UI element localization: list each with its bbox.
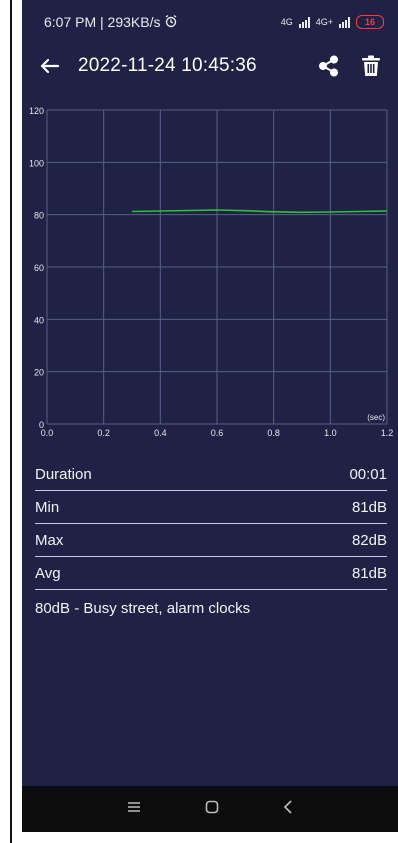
x-tick-label: 0.8 — [267, 428, 280, 438]
stat-row-min: Min 81dB — [35, 491, 387, 524]
stat-row-avg: Avg 81dB — [35, 557, 387, 590]
alarm-icon — [164, 14, 178, 31]
system-nav-bar — [22, 786, 398, 832]
noise-level-description: 80dB - Busy street, alarm clocks — [35, 600, 251, 617]
sound-level-chart: 0 20 40 60 80 100 120 0.0 0.2 0.4 0.6 0.8 1.0 1.2 (sec… — [22, 98, 398, 444]
x-tick-label: 0.2 — [97, 428, 110, 438]
delete-button[interactable] — [354, 49, 388, 83]
home-button[interactable] — [205, 800, 219, 819]
duration-label: Duration — [35, 465, 92, 483]
avg-label: Avg — [35, 564, 61, 582]
signal-icon — [298, 16, 310, 28]
x-axis-unit-label: (sec) — [367, 413, 385, 422]
y-tick-label: 80 — [34, 211, 44, 221]
min-label: Min — [35, 498, 60, 516]
share-icon — [319, 55, 338, 77]
battery-icon: 16 — [356, 15, 384, 29]
x-tick-label: 1.2 — [381, 428, 394, 438]
y-tick-label: 100 — [29, 158, 44, 168]
max-label: Max — [35, 531, 64, 549]
app-screen: 6:07 PM | 293KB/s 4G 4G+ 16 2022-11-24 1… — [22, 0, 398, 832]
chart-svg: 0204060801001200.0 0.2 0.4 0.6 0.8 1.0 1.2(sec… — [29, 106, 394, 438]
nav-back-button[interactable] — [283, 799, 293, 819]
page-title: 2022-11-24 10:45:36 — [78, 55, 257, 76]
stat-row-max: Max 82dB — [35, 524, 387, 557]
y-tick-label: 120 — [29, 106, 44, 116]
back-button[interactable] — [34, 50, 66, 82]
network-type-1: 4G — [280, 17, 293, 27]
status-time-speed: 6:07 PM | 293KB/s — [44, 14, 161, 30]
status-right: 4G 4G+ 16 — [281, 15, 384, 29]
series-line — [131, 209, 388, 214]
x-tick-label: 0.0 — [41, 428, 54, 438]
duration-value: 00:01 — [349, 465, 387, 483]
trash-icon — [362, 55, 380, 76]
x-tick-label: 0.4 — [154, 428, 167, 438]
stat-row-duration: Duration 00:01 — [35, 458, 387, 491]
share-button[interactable] — [312, 49, 346, 83]
battery-level: 16 — [364, 17, 375, 27]
x-tick-label: 1.0 — [324, 428, 337, 438]
network-type-2: 4G+ — [315, 17, 333, 27]
chevron-left-icon — [283, 799, 292, 814]
y-tick-label: 60 — [34, 263, 44, 273]
x-tick-label: 0.6 — [211, 428, 224, 438]
stats-list: Duration 00:01 Min 81dB Max 82dB Avg 81d… — [35, 458, 387, 617]
max-value: 82dB — [351, 531, 387, 549]
app-bar: 2022-11-24 10:45:36 — [22, 44, 398, 88]
frame-border — [10, 0, 12, 843]
min-value: 81dB — [351, 498, 387, 516]
status-bar: 6:07 PM | 293KB/s 4G 4G+ 16 — [22, 0, 398, 44]
menu-icon — [128, 802, 140, 812]
y-tick-label: 40 — [34, 315, 44, 325]
signal-icon — [339, 16, 350, 28]
avg-value: 81dB — [351, 564, 387, 582]
recent-apps-button[interactable] — [127, 800, 141, 818]
square-icon — [205, 800, 219, 813]
status-left: 6:07 PM | 293KB/s — [44, 14, 178, 31]
y-tick-label: 20 — [34, 368, 44, 378]
arrow-left-icon — [40, 58, 60, 74]
